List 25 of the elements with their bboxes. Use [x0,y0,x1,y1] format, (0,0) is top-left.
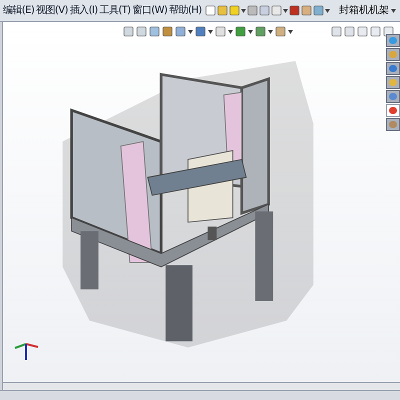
menu-item[interactable]: 帮助(H) [168,6,202,16]
task-pane-tab[interactable] [386,90,400,103]
menu-item[interactable]: 窗口(W) [131,6,168,16]
menu-item[interactable]: 编辑(E) [2,6,36,16]
task-pane-tab[interactable] [386,48,400,61]
document-dropdown[interactable]: 封箱机机架 [339,3,398,18]
caret-icon[interactable] [268,30,273,34]
caret-icon[interactable] [208,30,213,34]
caret-icon[interactable] [288,30,293,34]
caret-icon[interactable] [324,8,330,12]
task-pane-tab[interactable] [386,76,400,89]
task-pane-tab[interactable] [386,104,400,117]
menu-item[interactable]: 工具(T) [98,6,132,16]
caret-icon[interactable] [282,8,288,12]
menu-item[interactable]: 视图(V) [35,6,69,16]
caret-icon[interactable] [248,30,253,34]
caret-icon[interactable] [240,8,246,12]
menu-item[interactable]: 插入(I) [68,6,99,16]
task-pane-tab[interactable] [386,118,400,131]
task-pane-tab[interactable] [386,62,400,75]
caret-icon [391,8,396,12]
horizontal-scrollbar[interactable] [3,382,400,390]
task-pane-tab[interactable] [386,34,400,47]
caret-icon[interactable] [228,30,233,34]
caret-icon[interactable] [188,30,193,34]
